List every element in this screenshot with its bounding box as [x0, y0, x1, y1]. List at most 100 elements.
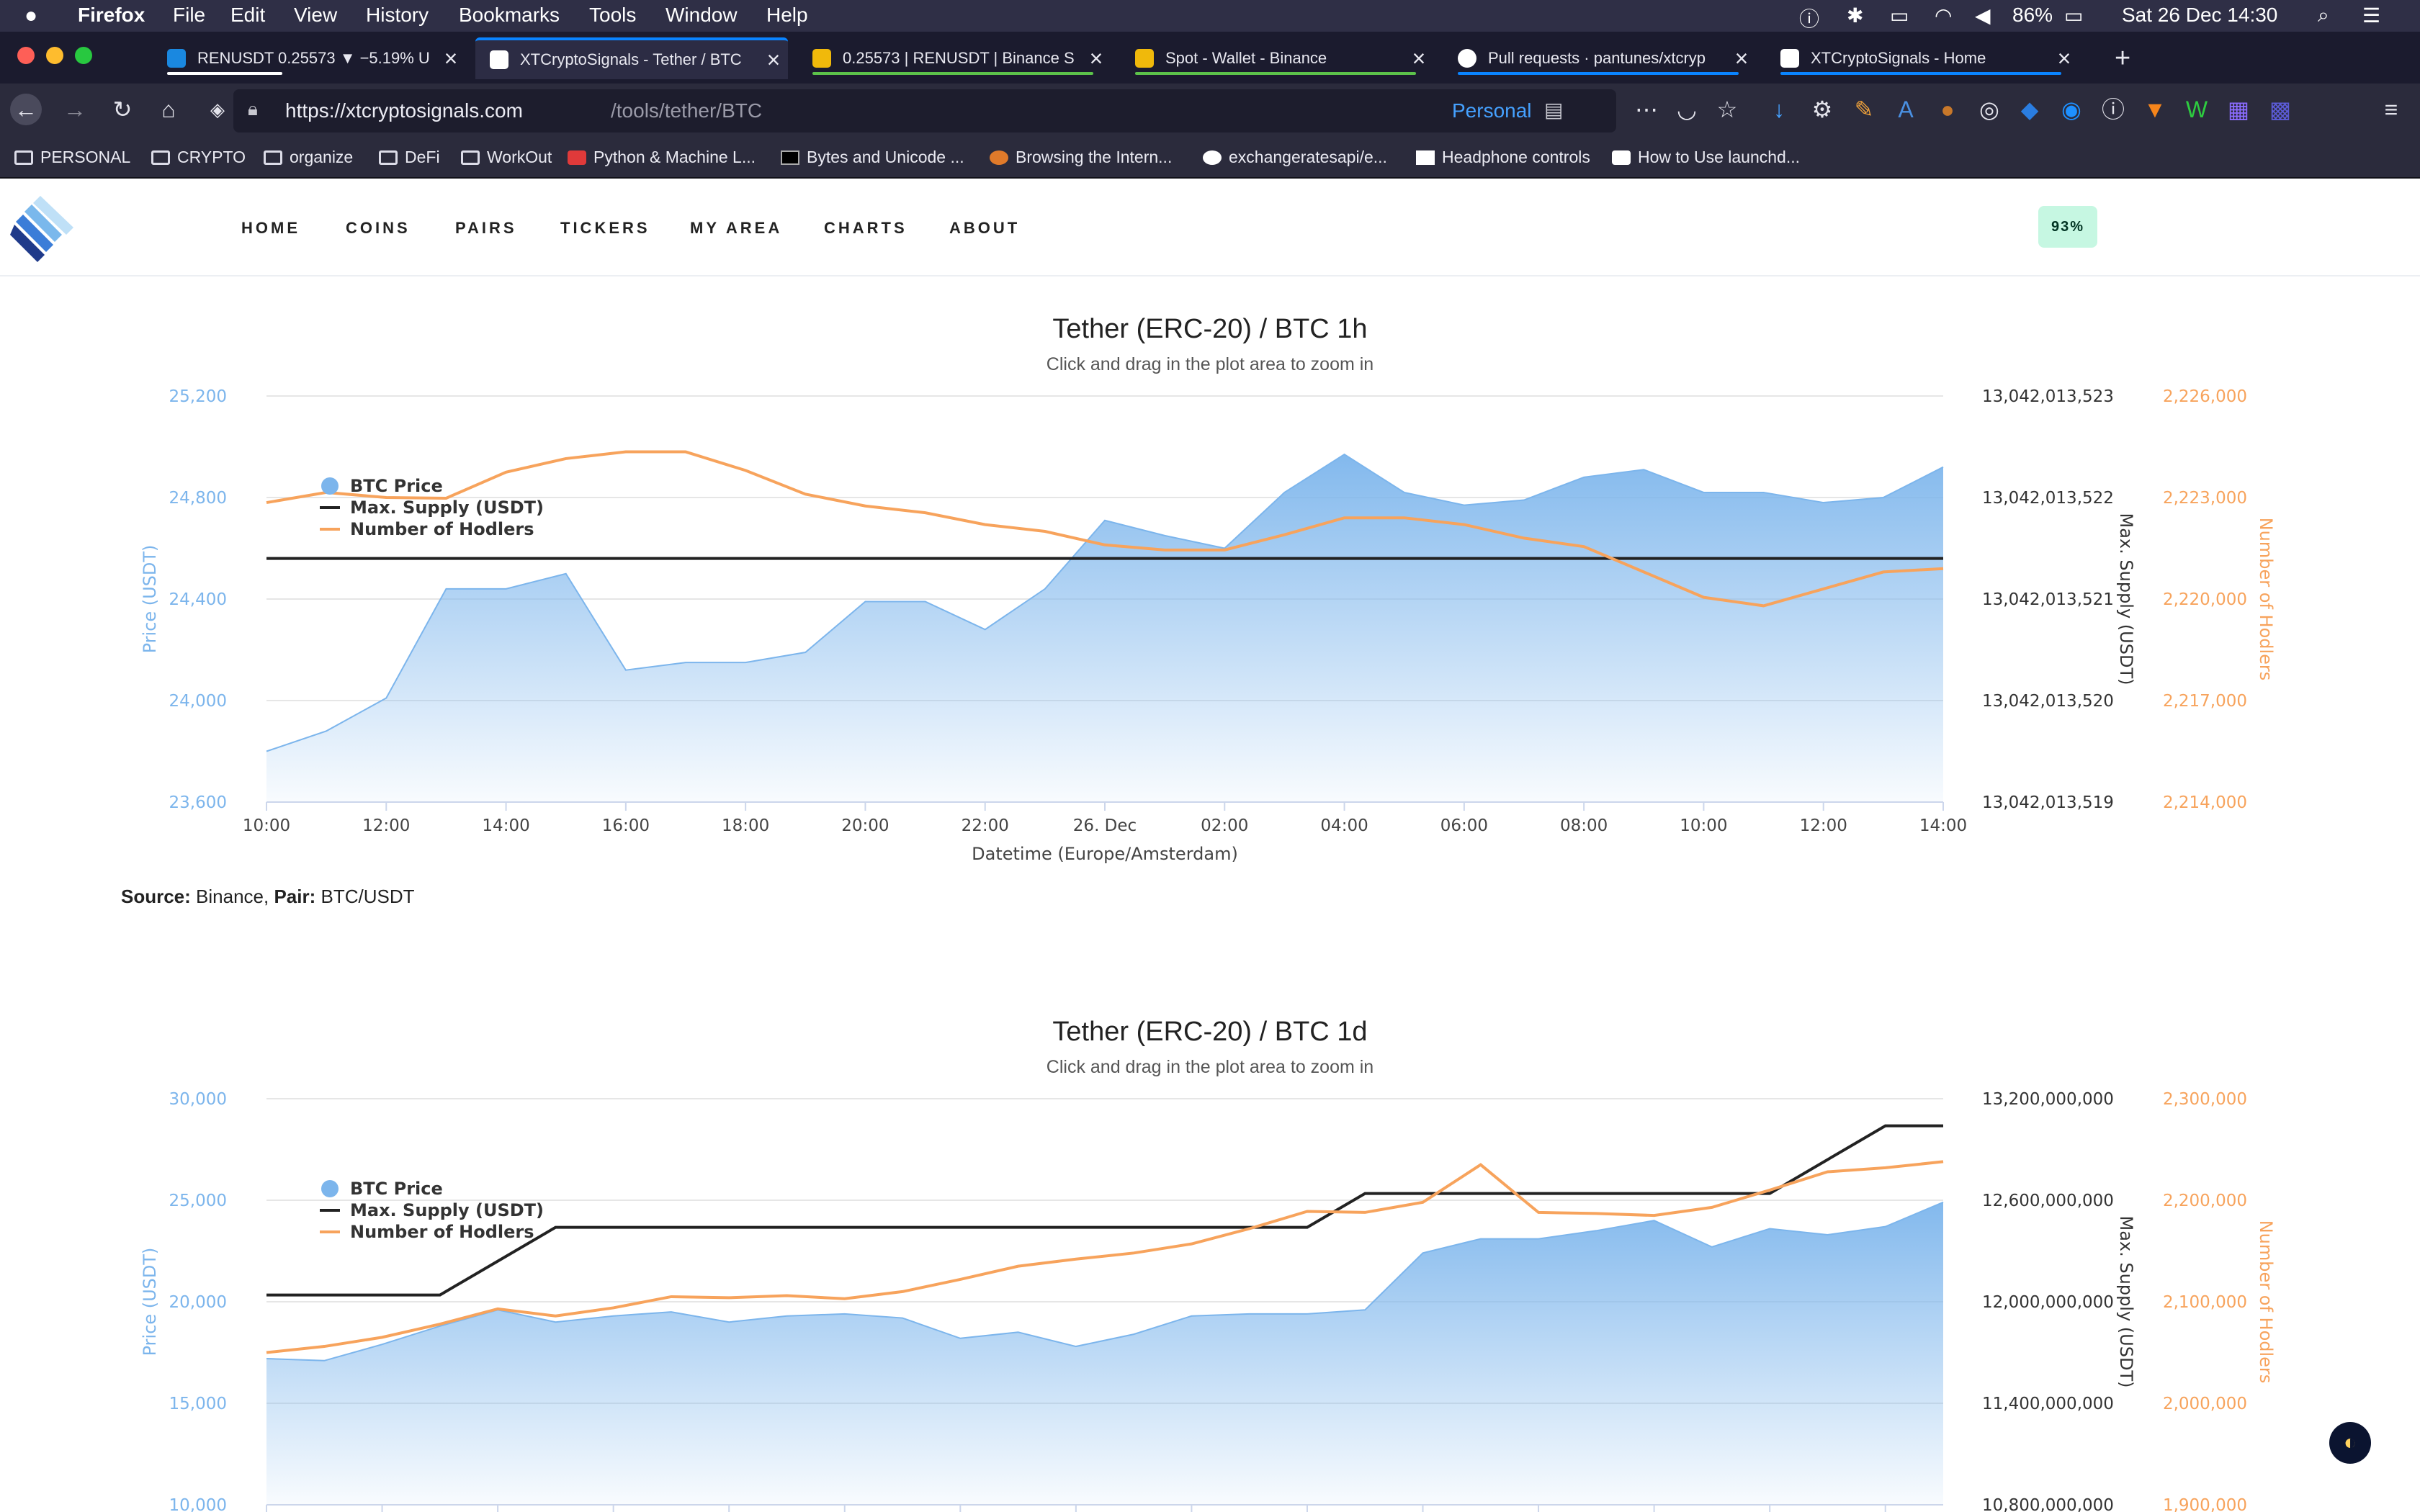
extension-icon[interactable]: ▦: [2223, 94, 2254, 125]
menu-view[interactable]: View: [294, 4, 337, 27]
menu-bookmarks[interactable]: Bookmarks: [459, 4, 560, 27]
y-tick-label-supply: 11,400,000,000: [1982, 1395, 2114, 1413]
minimize-window-icon[interactable]: [46, 47, 63, 64]
apple-icon[interactable]: ●: [24, 4, 37, 28]
bookmark-link[interactable]: Python & Machine L...: [568, 148, 756, 167]
chart-plot[interactable]: 30,000 13,200,000,000 2,300,000 25,000 12,60…: [0, 979, 2420, 1512]
status-badge[interactable]: 93%: [2038, 206, 2097, 248]
menu-file[interactable]: File: [173, 4, 205, 27]
cookie-icon[interactable]: ●: [1932, 94, 1963, 125]
bookmark-folder[interactable]: DeFi: [379, 148, 440, 167]
bookmark-link[interactable]: How to Use launchd...: [1612, 148, 1800, 167]
extension-icon[interactable]: ▩: [2264, 94, 2296, 125]
extension-icon[interactable]: ⓘ: [2097, 94, 2129, 125]
downloads-icon[interactable]: ↓: [1763, 94, 1795, 125]
bookmark-label: exchangeratesapi/e...: [1229, 148, 1387, 166]
bookmark-link[interactable]: Bytes and Unicode ...: [781, 148, 964, 167]
x-axis-title: Datetime (Europe/Amsterdam): [972, 844, 1238, 864]
tab-label: Pull requests · pantunes/xtcryp: [1488, 49, 1706, 67]
tracking-protection-icon[interactable]: ◈: [202, 94, 233, 125]
container-label[interactable]: Personal: [1452, 99, 1532, 122]
site-logo[interactable]: [10, 196, 78, 264]
extension-icon[interactable]: ✎: [1848, 94, 1880, 125]
nav-home[interactable]: HOME: [241, 219, 300, 238]
info-icon[interactable]: ⓘ: [1799, 4, 1819, 32]
hamburger-menu-icon[interactable]: ≡: [2375, 94, 2407, 125]
y-tick-label-price: 24,000: [169, 692, 227, 711]
extension-icon[interactable]: W: [2181, 94, 2213, 125]
bookmark-folder[interactable]: CRYPTO: [151, 148, 246, 167]
close-tab-icon[interactable]: ×: [436, 45, 465, 72]
extension-icon[interactable]: ◉: [2056, 94, 2087, 125]
menu-edit[interactable]: Edit: [230, 4, 265, 27]
bookmark-folder[interactable]: PERSONAL: [14, 148, 130, 167]
translate-icon[interactable]: A: [1890, 94, 1922, 125]
volume-icon[interactable]: ◀: [1975, 4, 1991, 27]
macos-menu-bar: ● Firefox File Edit View History Bookmar…: [0, 0, 2420, 32]
nav-pairs[interactable]: PAIRS: [455, 219, 517, 238]
tab-label: XTCryptoSignals - Home: [1811, 49, 1986, 67]
close-tab-icon[interactable]: ×: [1727, 45, 1756, 72]
zoom-window-icon[interactable]: [75, 47, 92, 64]
close-tab-icon[interactable]: ×: [2050, 45, 2079, 72]
url-bar[interactable]: 🔒︎ https://xtcryptosignals.com /tools/te…: [233, 89, 1616, 132]
tab-renusdt[interactable]: RENUSDT 0.25573 ▼ −5.19% U ×: [153, 37, 465, 79]
menu-help[interactable]: Help: [766, 4, 808, 27]
airplay-icon[interactable]: ▭: [1890, 4, 1909, 27]
legend-label-max-supply: Max. Supply (USDT): [350, 1200, 544, 1220]
back-button[interactable]: ←: [10, 94, 42, 125]
bookmark-star-icon[interactable]: ☆: [1711, 94, 1743, 125]
wifi-icon[interactable]: ◠: [1935, 4, 1952, 27]
bookmark-folder[interactable]: organize: [264, 148, 353, 167]
y-tick-label-supply: 13,042,013,519: [1982, 793, 2114, 812]
home-button[interactable]: ⌂: [153, 94, 184, 125]
bluetooth-icon[interactable]: ✱: [1847, 4, 1863, 27]
new-tab-button[interactable]: +: [2100, 37, 2143, 79]
nav-my-area[interactable]: MY AREA: [690, 219, 782, 238]
reader-view-icon[interactable]: ▤: [1544, 98, 1563, 122]
more-actions-icon[interactable]: ⋯: [1631, 94, 1662, 125]
dark-mode-toggle-icon[interactable]: ◐: [2329, 1422, 2371, 1464]
tab-tether-btc[interactable]: XTCryptoSignals - Tether / BTC ×: [475, 37, 788, 79]
tab-github-pulls[interactable]: Pull requests · pantunes/xtcryp ×: [1443, 37, 1756, 79]
app-name[interactable]: Firefox: [78, 4, 145, 27]
battery-percent[interactable]: 86%: [2012, 4, 2053, 27]
medium-icon: [1612, 150, 1631, 165]
close-tab-icon[interactable]: ×: [1082, 45, 1111, 72]
bookmark-link[interactable]: exchangeratesapi/e...: [1203, 148, 1387, 167]
tab-binance-wallet[interactable]: Spot - Wallet - Binance ×: [1121, 37, 1433, 79]
python-icon: [568, 150, 586, 165]
chart-plot[interactable]: 25,200 13,042,013,523 2,226,000 24,800 13,04…: [0, 276, 2420, 896]
nav-charts[interactable]: CHARTS: [824, 219, 908, 238]
nav-tickers[interactable]: TICKERS: [560, 219, 650, 238]
control-center-icon[interactable]: ☰: [2362, 4, 2380, 27]
bookmark-link[interactable]: Browsing the Intern...: [990, 148, 1172, 167]
extension-icon[interactable]: ◎: [1973, 94, 2005, 125]
extension-icon[interactable]: ⚙: [1806, 94, 1838, 125]
close-tab-icon[interactable]: ×: [1404, 45, 1433, 72]
nav-coins[interactable]: COINS: [346, 219, 411, 238]
menu-tools[interactable]: Tools: [589, 4, 636, 27]
bookmarks-toolbar: PERSONAL CRYPTO organize DeFi WorkOut Py…: [0, 138, 2420, 179]
metamask-icon[interactable]: ▼: [2139, 94, 2171, 125]
bookmark-folder[interactable]: WorkOut: [461, 148, 552, 167]
nav-about[interactable]: ABOUT: [949, 219, 1020, 238]
y-tick-label-price: 23,600: [169, 793, 227, 812]
bookmark-link[interactable]: Headphone controls: [1416, 148, 1590, 167]
close-window-icon[interactable]: [17, 47, 35, 64]
reload-button[interactable]: ↻: [107, 94, 138, 125]
battery-icon[interactable]: ▭: [2064, 4, 2083, 27]
bookmark-label: Python & Machine L...: [593, 148, 756, 166]
chart-1h[interactable]: Tether (ERC-20) / BTC 1h Click and drag …: [0, 276, 2420, 896]
menu-history[interactable]: History: [366, 4, 429, 27]
clock[interactable]: Sat 26 Dec 14:30: [2122, 4, 2277, 27]
close-tab-icon[interactable]: ×: [759, 47, 788, 73]
pocket-icon[interactable]: ◡: [1671, 94, 1703, 125]
extension-icon[interactable]: ◆: [2014, 94, 2045, 125]
chart-1d[interactable]: Tether (ERC-20) / BTC 1d Click and drag …: [0, 979, 2420, 1512]
tab-xtcrypto-home[interactable]: XTCryptoSignals - Home ×: [1766, 37, 2079, 79]
forward-button[interactable]: →: [59, 94, 91, 125]
menu-window[interactable]: Window: [666, 4, 738, 27]
tab-binance-renusdt[interactable]: 0.25573 | RENUSDT | Binance S ×: [798, 37, 1111, 79]
spotlight-icon[interactable]: ⌕: [2318, 4, 2329, 27]
